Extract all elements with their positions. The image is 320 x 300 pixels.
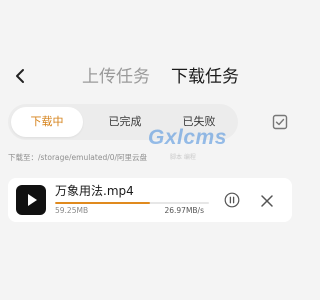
filter-downloading[interactable]: 下载中: [11, 107, 83, 137]
tab-upload-tasks[interactable]: 上传任务: [82, 66, 150, 88]
download-path: 下载至：/storage/emulated/0/阿里云盘: [8, 153, 148, 162]
download-progress-bar: [55, 202, 209, 204]
checkbox-icon: [272, 114, 288, 130]
file-size: 59.25MB: [55, 206, 89, 215]
download-progress-fill: [55, 202, 151, 204]
cancel-download-button[interactable]: [260, 193, 274, 207]
close-icon: [261, 195, 273, 207]
pause-button[interactable]: [224, 192, 240, 208]
filter-failed[interactable]: 已失败: [162, 107, 236, 137]
tab-download-tasks[interactable]: 下载任务: [171, 66, 239, 88]
download-item-card[interactable]: 万象用法.mp4 59.25MB 26.97MB/s: [8, 178, 292, 222]
file-name: 万象用法.mp4: [55, 184, 134, 198]
pause-circle-icon: [224, 192, 240, 208]
download-speed: 26.97MB/s: [164, 206, 204, 215]
chevron-left-icon: [16, 69, 24, 83]
back-button[interactable]: [10, 64, 30, 88]
download-status-filter: 下载中 已完成 已失败: [8, 104, 238, 140]
select-all-button[interactable]: [272, 114, 288, 130]
video-thumbnail: [16, 185, 46, 215]
filter-completed[interactable]: 已完成: [88, 107, 162, 137]
play-icon: [28, 194, 37, 206]
top-header: 上传任务 下载任务: [0, 60, 300, 94]
